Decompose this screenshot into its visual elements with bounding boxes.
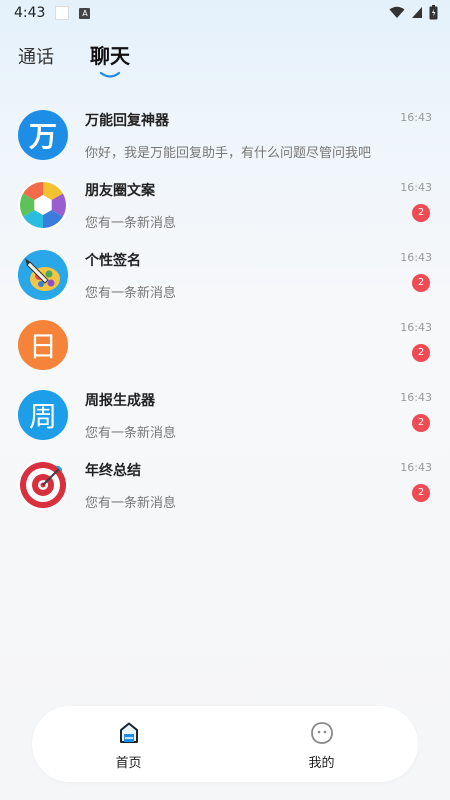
tab-chat-label: 聊天 [90, 44, 130, 68]
week-icon: 周 [18, 390, 68, 440]
chat-row-weekly-report[interactable]: 周 周报生成器 您有一条新消息 16:43 2 [0, 378, 450, 448]
chat-time: 16:43 [400, 111, 432, 124]
unread-badge: 2 [412, 414, 430, 432]
chat-name: 年终总结 [85, 463, 141, 479]
chat-time: 16:43 [400, 251, 432, 264]
unread-badge: 2 [412, 484, 430, 502]
chat-preview: 你好，我是万能回复助手，有什么问题尽管问我吧 [85, 146, 372, 161]
nav-profile-label: 我的 [308, 756, 335, 771]
chat-name: 个性签名 [85, 253, 141, 269]
chat-time: 16:43 [400, 321, 432, 334]
nav-home-label: 首页 [115, 756, 142, 771]
nav-profile[interactable]: 我的 [225, 706, 418, 782]
chat-preview: 您有一条新消息 [85, 426, 177, 441]
chat-row-signature[interactable]: 个性签名 您有一条新消息 16:43 2 [0, 238, 450, 308]
tab-active-indicator [99, 71, 121, 78]
signal-icon [412, 7, 422, 18]
status-time: 4:43 [14, 5, 46, 21]
notification-a-icon: A [79, 7, 91, 19]
chat-name: 周报生成器 [85, 393, 155, 409]
chat-time: 16:43 [400, 181, 432, 194]
chat-name: 万能回复神器 [85, 113, 169, 129]
chat-preview: 您有一条新消息 [85, 216, 177, 231]
battery-icon [429, 5, 438, 20]
chat-row-year-summary[interactable]: 年终总结 您有一条新消息 16:43 2 [0, 448, 450, 518]
status-icons [389, 5, 438, 20]
top-tabs: 通话 聊天 [18, 40, 130, 79]
unread-badge: 2 [412, 344, 430, 362]
aperture-icon [18, 180, 68, 230]
target-icon [18, 460, 68, 510]
chat-preview: 您有一条新消息 [85, 496, 177, 511]
unread-badge: 2 [412, 274, 430, 292]
chat-row-daily[interactable]: 日 16:43 2 [0, 308, 450, 378]
tab-chat[interactable]: 聊天 [90, 40, 130, 79]
chat-name: 朋友圈文案 [85, 183, 155, 199]
calendar-day-icon: 日 [18, 320, 68, 370]
chat-time: 16:43 [400, 391, 432, 404]
status-bar: 4:43 A [0, 0, 450, 26]
tab-calls-label: 通话 [18, 47, 54, 68]
unread-badge: 2 [412, 204, 430, 222]
chat-time: 16:43 [400, 461, 432, 474]
home-icon [119, 722, 138, 743]
notification-square-icon [55, 6, 70, 20]
chat-row-moments-copy[interactable]: 朋友圈文案 您有一条新消息 16:43 2 [0, 168, 450, 238]
nav-home[interactable]: 首页 [32, 706, 225, 782]
chat-row-wanneng[interactable]: 万 万能回复神器 你好，我是万能回复助手，有什么问题尽管问我吧 16:43 [0, 98, 450, 168]
profile-icon [310, 722, 333, 744]
avatar-glyph: 周 [28, 400, 57, 433]
avatar-glyph: 万 [28, 120, 57, 153]
chat-preview: 您有一条新消息 [85, 286, 177, 301]
tab-calls[interactable]: 通话 [18, 43, 54, 79]
avatar-glyph: 日 [28, 330, 57, 363]
wan-avatar-icon: 万 [18, 110, 68, 160]
wifi-icon [389, 6, 405, 18]
bottom-nav: 首页 我的 [32, 706, 418, 782]
pen-palette-icon [18, 250, 68, 300]
chat-list: 万 万能回复神器 你好，我是万能回复助手，有什么问题尽管问我吧 16:43 朋友… [0, 98, 450, 518]
